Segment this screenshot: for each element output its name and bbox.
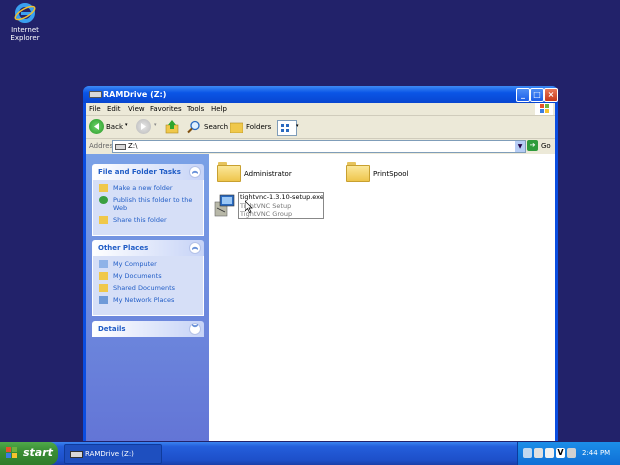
place-label: My Documents [113,272,162,280]
security-shield-icon[interactable] [545,448,554,458]
menu-favorites[interactable]: Favorites [150,105,182,113]
place-label: My Network Places [113,296,175,304]
details-header[interactable]: Details ︾ [92,321,204,337]
menu-tools[interactable]: Tools [187,105,204,113]
explorer-window: RAMDrive (Z:) _ □ × File Edit View Favor… [83,86,558,441]
task-pane: File and Folder Tasks ︽ Make a new folde… [86,154,209,441]
task-label: Publish this folder to the Web [113,196,193,212]
expand-chevron-icon[interactable]: ︾ [189,323,201,335]
toolbar: Back ▾ ▾ Search Folders ▾ [86,116,555,139]
start-button[interactable]: start [0,442,58,465]
maximize-button[interactable]: □ [530,88,544,102]
forward-dropdown-icon[interactable]: ▾ [154,122,157,128]
panel-body: Make a new folder Publish this folder to… [92,180,204,236]
folders-icon[interactable] [229,121,244,134]
start-label: start [23,446,53,459]
collapse-chevron-icon[interactable]: ︽ [189,242,201,254]
file-folder-tasks-panel: File and Folder Tasks ︽ Make a new folde… [92,164,204,236]
place-label: Shared Documents [113,284,176,292]
folder-icon [346,162,370,182]
windows-flag-icon [6,447,18,459]
forward-arrow-icon[interactable] [136,119,151,134]
shared-documents-icon [99,284,108,292]
installer-icon [214,194,236,218]
other-places-panel: Other Places ︽ My Computer My Documents … [92,240,204,316]
system-tray: V 2:44 PM [517,442,620,465]
network-icon [99,296,108,304]
tray-app-icon[interactable] [567,448,576,458]
globe-icon [99,196,108,204]
go-button[interactable]: Go [541,142,551,150]
search-button[interactable]: Search [204,123,228,131]
file-list-area: Administrator PrintSpool tightvnc-1.3.10… [209,154,555,441]
file-name: Administrator [244,170,292,178]
file-name: PrintSpool [373,170,409,178]
task-label: Share this folder [113,216,167,224]
drive-icon [89,91,102,98]
file-item-tightvnc[interactable]: tightvnc-1.3.10-setup.exe TightVNC Setup… [214,191,334,223]
taskbar-button-label: RAMDrive (Z:) [85,450,134,458]
panel-title: Details [98,325,126,333]
up-folder-icon[interactable] [165,119,179,134]
menu-view[interactable]: View [128,105,145,113]
windows-logo-icon [535,103,553,115]
minimize-button[interactable]: _ [516,88,530,102]
panel-title: File and Folder Tasks [98,168,181,176]
address-value: Z:\ [128,142,138,150]
mouse-cursor-icon [244,200,253,215]
folder-icon [217,162,241,182]
window-body: File Edit View Favorites Tools Help Back… [86,103,555,441]
views-icon[interactable] [277,120,297,136]
address-dropdown-icon[interactable]: ▼ [515,141,525,152]
internet-explorer-icon [14,2,36,24]
back-arrow-icon[interactable] [89,119,104,134]
taskbar-button-ramdrive[interactable]: RAMDrive (Z:) [64,444,162,464]
menu-help[interactable]: Help [211,105,227,113]
close-button[interactable]: × [544,88,558,102]
address-drive-icon [115,144,126,150]
views-dropdown-icon[interactable]: ▾ [296,123,299,129]
back-dropdown-icon[interactable]: ▾ [125,122,128,128]
documents-icon [99,272,108,280]
speaker-icon[interactable] [534,448,543,458]
desktop-icon-label: Internet Explorer [10,26,40,42]
menu-edit[interactable]: Edit [107,105,121,113]
desktop-icon-internet-explorer[interactable]: Internet Explorer [6,2,44,42]
network-tray-icon[interactable] [523,448,532,458]
window-title: RAMDrive (Z:) [103,90,167,99]
menu-file[interactable]: File [89,105,101,113]
panel-body: My Computer My Documents Shared Document… [92,256,204,316]
taskbar: start RAMDrive (Z:) V 2:44 PM [0,442,620,465]
search-icon[interactable] [187,120,201,134]
collapse-chevron-icon[interactable]: ︽ [189,166,201,178]
address-input[interactable]: Z:\ ▼ [112,140,526,153]
computer-icon [99,260,108,268]
task-label: Make a new folder [113,184,173,192]
place-label: My Computer [113,260,157,268]
go-arrow-icon[interactable]: ➔ [527,140,538,151]
vnc-icon[interactable]: V [556,448,565,458]
panel-title: Other Places [98,244,149,252]
new-folder-icon [99,184,108,192]
details-panel: Details ︾ [92,321,204,337]
clock[interactable]: 2:44 PM [582,449,610,457]
folders-button[interactable]: Folders [246,123,271,131]
drive-icon [70,451,83,458]
file-item-printspool[interactable]: PrintSpool [346,162,466,190]
address-bar: Address Z:\ ▼ ➔ Go [86,139,555,153]
window-titlebar[interactable]: RAMDrive (Z:) _ □ × [83,86,558,103]
file-folder-tasks-header[interactable]: File and Folder Tasks ︽ [92,164,204,180]
file-item-administrator[interactable]: Administrator [217,162,337,190]
menu-bar: File Edit View Favorites Tools Help [86,103,555,116]
other-places-header[interactable]: Other Places ︽ [92,240,204,256]
share-folder-icon [99,216,108,224]
back-button[interactable]: Back [106,123,123,131]
